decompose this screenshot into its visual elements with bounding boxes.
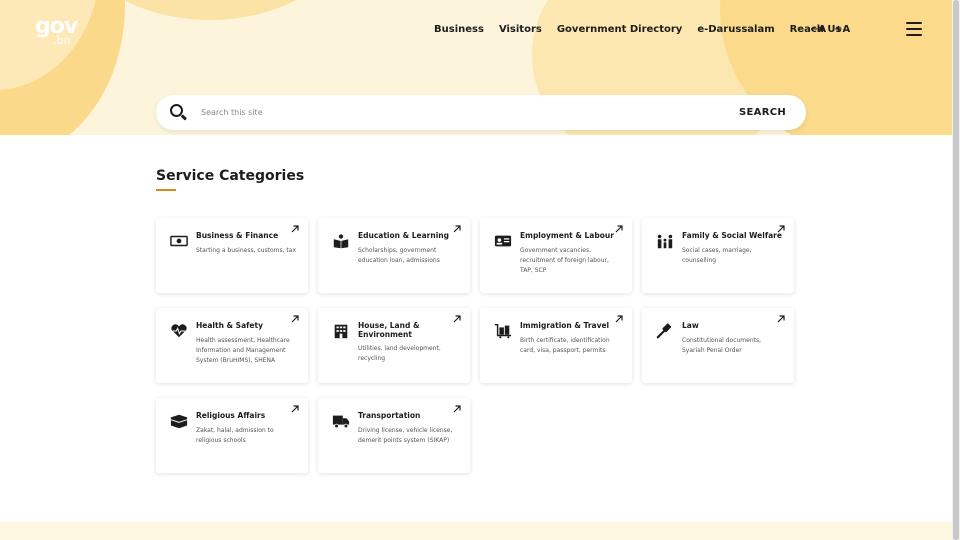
nav-business[interactable]: Business — [434, 24, 484, 35]
category-description: Birth certificate, identification card, … — [520, 336, 610, 354]
service-categories-grid: Business & Finance Starting a business, … — [156, 218, 796, 473]
external-arrow-icon — [291, 225, 299, 233]
category-title: Education & Learning — [358, 231, 449, 240]
external-arrow-icon — [453, 225, 461, 233]
external-arrow-icon — [453, 315, 461, 323]
section-title: Service Categories — [156, 168, 305, 184]
font-size-controls: −A +A — [810, 24, 850, 35]
category-title: Immigration & Travel — [520, 321, 610, 330]
truck-icon — [332, 415, 350, 429]
category-card[interactable]: Immigration & Travel Birth certificate, … — [480, 308, 632, 383]
category-card[interactable]: Family & Social Welfare Social cases, ma… — [642, 218, 794, 293]
external-arrow-icon — [291, 315, 299, 323]
footer-band — [0, 522, 952, 540]
nav-visitors[interactable]: Visitors — [499, 24, 542, 35]
category-title: Family & Social Welfare — [682, 231, 782, 240]
id-card-icon — [494, 235, 512, 247]
page-scrollbar[interactable] — [952, 0, 960, 540]
category-card[interactable]: Health & Safety Health assessment, Healt… — [156, 308, 308, 383]
luggage-cart-icon — [494, 323, 512, 339]
external-arrow-icon — [615, 225, 623, 233]
category-description: Government vacancies, recruitment of for… — [520, 246, 609, 274]
category-card[interactable]: Education & Learning Scholarships, gover… — [318, 218, 470, 293]
search-button[interactable]: SEARCH — [739, 107, 786, 118]
category-description: Starting a business, customs, tax — [196, 246, 297, 254]
kaaba-icon — [170, 414, 188, 429]
category-title: Health & Safety — [196, 321, 263, 330]
category-card[interactable]: Religious Affairs Zakat, halal, admissio… — [156, 398, 308, 473]
category-title: Transportation — [358, 411, 421, 420]
category-description: Scholarships, government education loan,… — [358, 246, 440, 264]
main-nav: Business Visitors Government Directory e… — [434, 24, 841, 35]
category-description: Health assessment, Healthcare Informatio… — [196, 336, 290, 364]
site-logo[interactable]: gov .bn — [35, 16, 78, 48]
category-title: Business & Finance — [196, 231, 279, 240]
decrease-font-button[interactable]: −A — [810, 24, 826, 35]
nav-e-darussalam[interactable]: e-Darussalam — [697, 24, 774, 35]
search-icon[interactable] — [170, 103, 188, 122]
category-description: Constitutional documents, Syariah Penal … — [682, 336, 762, 354]
hamburger-menu-icon[interactable] — [906, 22, 922, 36]
increase-font-button[interactable]: +A — [834, 24, 850, 35]
heartbeat-icon — [171, 324, 187, 338]
category-description: Zakat, halal, admission to religious sch… — [196, 426, 274, 444]
money-bill-icon — [170, 235, 188, 247]
category-title: House, Land & Environment — [358, 321, 420, 339]
title-underline — [156, 189, 176, 191]
external-arrow-icon — [777, 225, 785, 233]
logo-suffix: .bn — [53, 34, 71, 47]
external-arrow-icon — [453, 405, 461, 413]
gavel-icon — [656, 323, 672, 339]
category-card[interactable]: House, Land & Environment Utilities, lan… — [318, 308, 470, 383]
category-title: Law — [682, 321, 699, 330]
book-reader-icon — [333, 234, 349, 249]
category-description: Social cases, marriage, counselling — [682, 246, 752, 264]
external-arrow-icon — [777, 315, 785, 323]
external-arrow-icon — [291, 405, 299, 413]
building-icon — [334, 324, 348, 339]
family-icon — [657, 234, 673, 249]
search-input[interactable] — [201, 108, 740, 117]
category-description: Utilities, land development, recycling — [358, 345, 441, 362]
category-card[interactable]: Business & Finance Starting a business, … — [156, 218, 308, 293]
category-card[interactable]: Transportation Driving license, vehicle … — [318, 398, 470, 473]
category-title: Employment & Labour — [520, 231, 614, 240]
category-card[interactable]: Law Constitutional documents, Syariah Pe… — [642, 308, 794, 383]
external-arrow-icon — [615, 315, 623, 323]
category-card[interactable]: Employment & Labour Government vacancies… — [480, 218, 632, 293]
nav-government-directory[interactable]: Government Directory — [557, 24, 682, 35]
scrollbar-thumb[interactable] — [953, 0, 959, 540]
category-description: Driving license, vehicle license, demeri… — [358, 426, 453, 444]
category-title: Religious Affairs — [196, 411, 266, 420]
search-bar: SEARCH — [156, 95, 806, 130]
